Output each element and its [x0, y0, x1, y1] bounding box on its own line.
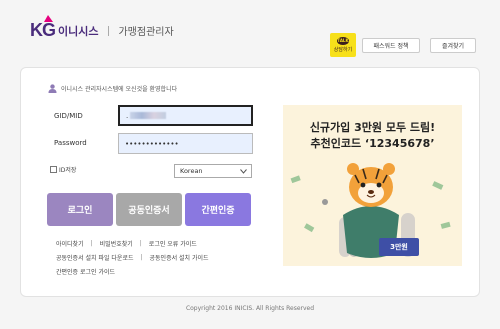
language-value: Korean	[180, 167, 203, 175]
help-links-row1: 아이디찾기 | 비밀번호찾기 | 로그인 오류 가이드	[56, 239, 197, 248]
logo-kg: KG	[30, 15, 56, 41]
tiger-illustration	[290, 163, 451, 258]
user-icon	[48, 84, 57, 93]
find-id-link[interactable]: 아이디찾기	[56, 239, 84, 248]
header: KG 이니시스 가맹점관리자 TALK 상담하기 패스워드 정책 즐겨찾기	[0, 0, 500, 62]
password-label: Password	[54, 139, 87, 147]
id-value: .	[126, 111, 129, 120]
link-separator: |	[90, 240, 93, 247]
carousel-indicator[interactable]	[322, 199, 328, 205]
bookmark-button[interactable]: 즐겨찾기	[430, 38, 476, 53]
id-input[interactable]: .	[118, 105, 253, 126]
cert-install-guide-link[interactable]: 공동인증서 설치 가이드	[150, 253, 209, 262]
easy-auth-guide-link[interactable]: 간편인증 로그인 가이드	[56, 267, 115, 276]
save-id-label: ID저장	[59, 167, 77, 174]
certificate-login-button[interactable]: 공동인증서	[116, 193, 182, 226]
logo-mark-icon	[44, 15, 53, 22]
find-password-link[interactable]: 비밀번호찾기	[100, 239, 133, 248]
reward-badge: 3만원	[379, 238, 419, 256]
chevron-down-icon	[240, 168, 247, 174]
help-links-row2: 공동인증서 설치 파일 다운로드 | 공동인증서 설치 가이드	[56, 253, 209, 262]
password-policy-button[interactable]: 패스워드 정책	[362, 38, 420, 53]
kakao-label: 상담하기	[333, 47, 353, 53]
save-id-checkbox[interactable]: ID저장	[50, 165, 76, 174]
link-separator: |	[139, 240, 142, 247]
login-button[interactable]: 로그인	[47, 193, 113, 226]
login-error-guide-link[interactable]: 로그인 오류 가이드	[149, 239, 197, 248]
login-card: 이니시스 관리자시스템에 오신것을 환영합니다 GID/MID . Passwo…	[20, 67, 480, 297]
copyright: Copyright 2016 INICIS. All Rights Reserv…	[185, 305, 315, 312]
id-label: GID/MID	[54, 112, 83, 120]
language-select[interactable]: Korean	[174, 164, 252, 178]
welcome-message: 이니시스 관리자시스템에 오신것을 환영합니다	[48, 84, 177, 93]
password-input[interactable]: •••••••••••••	[118, 133, 253, 154]
kakao-chat-button[interactable]: TALK 상담하기	[330, 33, 356, 57]
easy-auth-button[interactable]: 간편인증	[185, 193, 251, 226]
password-value: •••••••••••••	[125, 139, 179, 148]
checkbox-icon	[50, 166, 57, 173]
link-separator: |	[140, 254, 143, 261]
logo[interactable]: KG 이니시스 가맹점관리자	[30, 15, 174, 41]
kakao-talk-icon: TALK	[337, 37, 349, 45]
logo-subtitle: 가맹점관리자	[118, 27, 174, 38]
help-links-row3: 간편인증 로그인 가이드	[56, 267, 115, 276]
logo-brand: 이니시스	[58, 24, 99, 38]
cert-download-link[interactable]: 공동인증서 설치 파일 다운로드	[56, 253, 133, 262]
welcome-text: 이니시스 관리자시스템에 오신것을 환영합니다	[61, 86, 178, 93]
masked-id	[130, 112, 167, 119]
logo-divider	[108, 25, 110, 36]
promo-banner[interactable]: 신규가입 3만원 모두 드림! 추천인코드 ‘12345678’ 3만원	[283, 105, 462, 266]
